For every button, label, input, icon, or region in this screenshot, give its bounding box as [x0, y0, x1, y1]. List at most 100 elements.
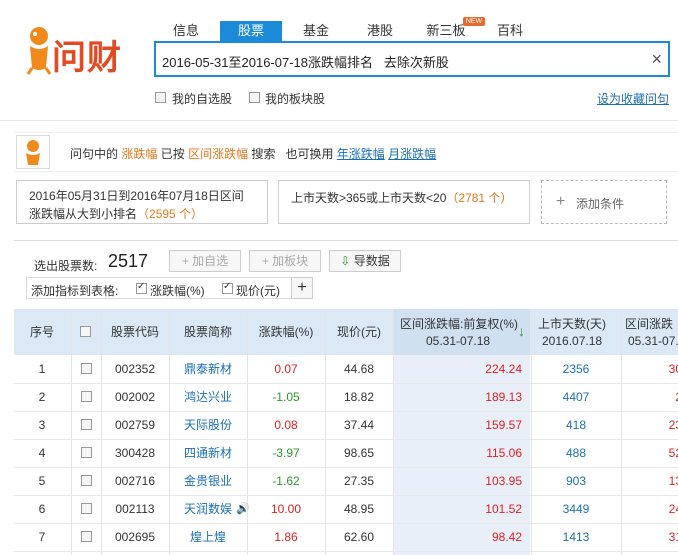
row-checkbox[interactable] — [81, 475, 92, 486]
row-checkbox[interactable] — [81, 363, 92, 374]
listing-days-link[interactable]: 4407 — [532, 383, 620, 411]
change-value: -1.05 — [272, 390, 300, 404]
add-column-button[interactable]: + — [291, 277, 313, 299]
alt-monthly-link[interactable]: 月涨跌幅 — [388, 147, 436, 161]
logo-text: 问财 — [52, 38, 122, 78]
clear-search-icon[interactable]: × — [651, 49, 662, 69]
hint-mid: 已按 — [160, 147, 185, 161]
condition-1-count: （2595 个） — [137, 207, 204, 221]
stock-code: 002113 — [115, 502, 155, 516]
my-stocks-checkbox[interactable] — [155, 92, 166, 103]
listing-days-link[interactable]: 903 — [532, 467, 620, 495]
tab-funds[interactable]: 基金 — [302, 21, 330, 41]
listing-days-link[interactable]: 1413 — [532, 523, 620, 551]
range-change-value: 159.57 — [485, 418, 522, 432]
plus-icon: + — [261, 254, 269, 268]
alt-yearly-link[interactable]: 年涨跌幅 — [337, 147, 385, 161]
th-range-change-2-date: 05.31-07. — [628, 334, 678, 348]
col-price-checkbox[interactable]: ✓ — [222, 281, 233, 294]
listing-days-link[interactable]: 3449 — [532, 495, 620, 523]
condition-1-text: 涨跌幅从大到小排名 — [29, 207, 138, 221]
th-range-change-2[interactable]: 区间涨跌 05.31-07. — [622, 309, 678, 355]
stock-name-link[interactable]: 煌上煌 — [170, 523, 246, 551]
listing-days-link[interactable]: 488 — [532, 439, 620, 467]
tab-hk-stocks[interactable]: 港股 — [366, 21, 394, 41]
table-row[interactable]: 1 002352 鼎泰新材 0.07 44.68 224.24 2356 30 — [14, 355, 678, 384]
select-all-checkbox[interactable] — [80, 326, 91, 337]
col-chg-checkbox[interactable]: ✓ — [136, 281, 147, 294]
table-row[interactable]: 5 002716 金贵银业 -1.62 27.35 103.95 903 13 — [14, 467, 678, 496]
th-name[interactable]: 股票简称 — [170, 309, 246, 355]
table-header: 序号 股票代码 股票简称 涨跌幅(%) 现价(元) 区间涨跌幅:前复权(%) 0… — [14, 309, 678, 355]
price-value: 37.44 — [343, 418, 375, 432]
speaker-icon[interactable]: 🔊 — [236, 495, 250, 523]
add-condition-label: 添加条件 — [576, 197, 625, 211]
th-range-change[interactable]: 区间涨跌幅:前复权(%) 05.31-07.18 ↓ — [394, 309, 530, 355]
tab-stocks[interactable]: 股票 — [220, 21, 282, 41]
condition-2-line: 上市天数>365或上市天数<20（2781 个） — [291, 189, 512, 206]
tab-wiki[interactable]: 百科 — [496, 21, 524, 41]
col-price-label: 现价(元) — [236, 284, 280, 298]
price-value: 44.68 — [343, 362, 375, 376]
condition-range-ranking[interactable]: 2016年05月31日到2016年07月18日区间 涨跌幅从大到小排名（2595… — [16, 180, 268, 224]
mascot-avatar — [16, 135, 50, 169]
row-checkbox[interactable] — [81, 503, 92, 514]
th-code[interactable]: 股票代码 — [102, 309, 168, 355]
add-sector-button[interactable]: + 加板块 — [249, 250, 321, 272]
stock-name-link[interactable]: 金贵银业 — [170, 467, 246, 495]
row-checkbox[interactable] — [81, 531, 92, 542]
table-row[interactable]: 7 002695 煌上煌 1.86 62.60 98.42 1413 31 — [14, 523, 678, 552]
hint-suffix: 搜索 也可换用 — [251, 147, 334, 161]
price-value: 18.82 — [343, 390, 375, 404]
condition-listing-days[interactable]: 上市天数>365或上市天数<20（2781 个） — [278, 180, 530, 224]
selected-count-label: 选出股票数: — [34, 259, 98, 273]
hint-prefix: 问句中的 — [70, 147, 119, 161]
change-value: 10.00 — [270, 502, 302, 516]
row-checkbox[interactable] — [81, 419, 92, 430]
add-watchlist-button[interactable]: + 加自选 — [169, 250, 241, 272]
range-change-value: 101.52 — [485, 502, 522, 516]
my-sectors-checkbox[interactable] — [249, 92, 260, 103]
row-index: 2 — [38, 390, 46, 404]
th-change[interactable]: 涨跌幅(%) — [248, 309, 324, 355]
table-row[interactable]: 4 300428 四通新材 -3.97 98.65 115.06 488 52 — [14, 439, 678, 468]
table-row[interactable]: 2002002鸿达兴业-1.0518.82189.1344072 — [14, 383, 678, 412]
stock-name-link[interactable]: 天润数娱 — [170, 495, 246, 523]
change-value: 0.08 — [274, 418, 298, 432]
th-select-all[interactable] — [72, 309, 100, 355]
selected-count: 2517 — [108, 251, 149, 271]
tab-info[interactable]: 信息 — [172, 21, 200, 41]
table-row[interactable]: 6 002113 天润数娱 10.00 48.95 101.52 3449 24 🔊 — [14, 495, 678, 524]
stock-name-link[interactable]: 鸿达兴业 — [170, 383, 246, 411]
search-box[interactable]: 2016-05-31至2016-07-18涨跌幅排名 去除次新股 × — [154, 41, 670, 77]
stock-name-link[interactable]: 鼎泰新材 — [170, 355, 246, 383]
row-index: 6 — [38, 502, 46, 516]
range-change-value: 224.24 — [485, 362, 522, 376]
stock-code: 002002 — [114, 390, 156, 404]
price-value: 48.95 — [343, 502, 375, 516]
row-checkbox[interactable] — [81, 391, 92, 402]
new-badge: NEW — [463, 17, 485, 26]
save-query-link[interactable]: 设为收藏问句 — [597, 90, 669, 107]
row-checkbox[interactable] — [81, 447, 92, 458]
th-listing-days[interactable]: 上市天数(天) 2016.07.18 — [532, 309, 620, 355]
export-data-button[interactable]: ⇩ 导数据 — [329, 250, 401, 272]
price-value: 98.65 — [343, 446, 375, 460]
th-listing-days-title: 上市天数(天) — [538, 317, 606, 331]
sort-desc-icon[interactable]: ↓ — [518, 323, 525, 339]
range-change-value: 115.06 — [486, 446, 522, 460]
my-sectors-label: 我的板块股 — [265, 92, 326, 106]
table-row[interactable]: 3 002759 天际股份 0.08 37.44 159.57 418 23 — [14, 411, 678, 440]
change-value: -1.62 — [272, 474, 300, 488]
listing-days-link[interactable]: 2356 — [532, 355, 620, 383]
listing-days-link[interactable]: 418 — [532, 411, 620, 439]
stock-name-link[interactable]: 四通新材 — [170, 439, 246, 467]
stock-name-link[interactable]: 天际股份 — [170, 411, 246, 439]
tab-neeq[interactable]: 新三板 — [426, 21, 466, 41]
th-price[interactable]: 现价(元) — [326, 309, 392, 355]
search-input[interactable]: 2016-05-31至2016-07-18涨跌幅排名 去除次新股 — [162, 52, 449, 71]
range-change-2-value: 24 — [668, 502, 678, 516]
add-condition-button[interactable]: + 添加条件 — [541, 180, 667, 224]
price-value: 62.60 — [343, 530, 375, 544]
col-chg-label: 涨跌幅(%) — [150, 284, 205, 298]
